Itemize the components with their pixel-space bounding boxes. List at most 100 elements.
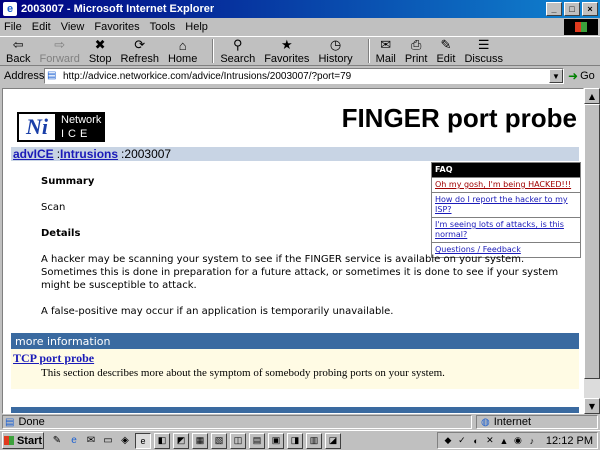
taskbar-window[interactable]: ▥ [306,432,322,449]
quicklaunch-icon[interactable]: ✎ [50,434,64,448]
print-button[interactable]: ⎙ Print [405,37,428,65]
search-button[interactable]: ⚲ Search [220,37,255,65]
system-tray: ◆ ✓ ◐ ✕ ▲ ◉ ♪ 12:12 PM [436,432,598,449]
menu-edit[interactable]: Edit [32,21,51,33]
maximize-button[interactable]: □ [564,2,580,16]
back-label: Back [6,53,31,65]
breadcrumb-current: 2003007 [124,147,172,161]
edit-button[interactable]: ✎ Edit [436,37,455,65]
window-title: 2003007 - Microsoft Internet Explorer [21,3,215,15]
scroll-up-icon[interactable]: ▲ [584,88,600,104]
tray-icon[interactable]: ✕ [484,435,496,447]
start-button[interactable]: Start [2,432,44,449]
status-text: Done [18,416,45,428]
taskbar-window[interactable]: ▧ [211,432,227,449]
search-label: Search [220,53,256,65]
search-icon: ⚲ [232,37,243,52]
history-button[interactable]: ◷ History [318,37,352,65]
close-button[interactable]: × [582,2,598,16]
tcp-port-probe-link[interactable]: TCP port probe [13,351,94,366]
forward-label: Forward [39,53,80,65]
menu-help[interactable]: Help [185,21,208,33]
standard-toolbar: ⇦ Back ⇨ Forward ✖ Stop ⟳ Refresh ⌂ Home… [0,36,600,66]
menu-view[interactable]: View [61,21,85,33]
menu-tools[interactable]: Tools [150,21,176,33]
edit-icon: ✎ [440,37,452,52]
page-title: FINGER port probe [341,103,577,133]
taskbar-window[interactable]: ▤ [249,432,265,449]
address-input[interactable]: ▤ http://advice.networkice.com/advice/In… [44,68,564,84]
back-button[interactable]: ⇦ Back [6,37,30,65]
home-button[interactable]: ⌂ Home [168,37,197,66]
taskbar-window[interactable]: ◩ [173,432,189,449]
launch-icon[interactable]: ◈ [118,434,132,448]
windows-taskbar: Start ✎ e ✉ ▭ ◈ e ◧ ◩ ▦ ▧ ◫ ▤ ▣ ◨ ▥ ◪ ◆ … [0,430,600,450]
taskbar-window[interactable]: ◪ [325,432,341,449]
go-button[interactable]: ➜ Go [568,69,595,83]
taskbar-window[interactable]: ◨ [287,432,303,449]
chevron-down-icon[interactable]: ▼ [549,69,563,83]
minimize-button[interactable]: _ [546,2,562,16]
ie-launch-icon[interactable]: e [67,434,81,448]
tray-icon[interactable]: ◉ [512,435,524,447]
taskbar-window[interactable]: ▣ [268,432,284,449]
back-arrow-icon: ⇦ [12,37,24,52]
taskbar-window[interactable]: ◧ [154,432,170,449]
details-heading: Details [41,228,81,239]
quick-launch: ✎ e ✉ ▭ ◈ [50,434,135,448]
print-label: Print [404,53,428,65]
outlook-launch-icon[interactable]: ✉ [84,434,98,448]
window-titlebar[interactable]: e 2003007 - Microsoft Internet Explorer … [0,0,600,18]
networkice-logo[interactable]: Ni Network ICE [17,111,121,143]
taskbar-window[interactable]: ◫ [230,432,246,449]
discuss-button[interactable]: ☰ Discuss [464,37,503,65]
taskbar-ie-window[interactable]: e [135,432,151,449]
menu-bar: File Edit View Favorites Tools Help [0,18,600,36]
windows-throbber-icon [564,19,598,35]
go-arrow-icon: ➜ [568,69,579,83]
favorites-button[interactable]: ★ Favorites [264,37,309,65]
go-label: Go [580,70,595,82]
refresh-button[interactable]: ⟳ Refresh [120,37,159,65]
tray-icon[interactable]: ◆ [442,435,454,447]
menu-file[interactable]: File [4,21,22,33]
address-bar: Address ▤ http://advice.networkice.com/a… [0,66,600,86]
discuss-icon: ☰ [477,37,490,52]
scroll-thumb[interactable] [584,104,600,379]
false-positive-paragraph: A false-positive may occur if an applica… [41,306,394,317]
taskbar-clock[interactable]: 12:12 PM [546,435,593,447]
stop-button[interactable]: ✖ Stop [89,37,112,65]
taskbar-window[interactable]: ▦ [192,432,208,449]
page-icon: ▤ [47,70,57,81]
status-bar: ▤ Done ◍ Internet [0,414,600,430]
print-icon: ⎙ [410,37,422,52]
windows-logo-icon [3,436,14,445]
desktop-launch-icon[interactable]: ▭ [101,434,115,448]
details-paragraph: A hacker may be scanning your system to … [41,254,559,291]
more-info-box: TCP port probe This section describes mo… [11,349,579,389]
more-info-heading: more information [11,333,579,349]
tray-icon[interactable]: ✓ [456,435,468,447]
stop-label: Stop [88,53,112,65]
breadcrumb-intrusions-link[interactable]: Intrusions [60,147,118,161]
mail-icon: ✉ [380,37,392,52]
tray-icon[interactable]: ◐ [470,435,482,447]
article-body: Summary Scan Details A hacker may be sca… [41,175,561,318]
mail-label: Mail [375,53,396,65]
scroll-down-icon[interactable]: ▼ [584,398,600,414]
page-viewport: Ni Network ICE FINGER port probe advICE … [2,88,584,414]
volume-icon[interactable]: ♪ [526,435,538,447]
forward-button[interactable]: ⇨ Forward [39,37,79,65]
start-label: Start [16,434,43,447]
refresh-icon: ⟳ [134,37,146,52]
vertical-scrollbar[interactable]: ▲ ▼ [584,88,600,414]
security-zone: Internet [493,416,532,428]
tray-icon[interactable]: ▲ [498,435,510,447]
logo-bottom-text: ICE [61,128,92,140]
breadcrumb-advice-link[interactable]: advICE [13,147,54,161]
menu-favorites[interactable]: Favorites [94,21,139,33]
home-icon: ⌂ [178,37,187,53]
address-url: http://advice.networkice.com/advice/Intr… [63,70,352,82]
mail-button[interactable]: ✉ Mail [376,37,396,65]
page-icon: ▤ [5,416,15,428]
